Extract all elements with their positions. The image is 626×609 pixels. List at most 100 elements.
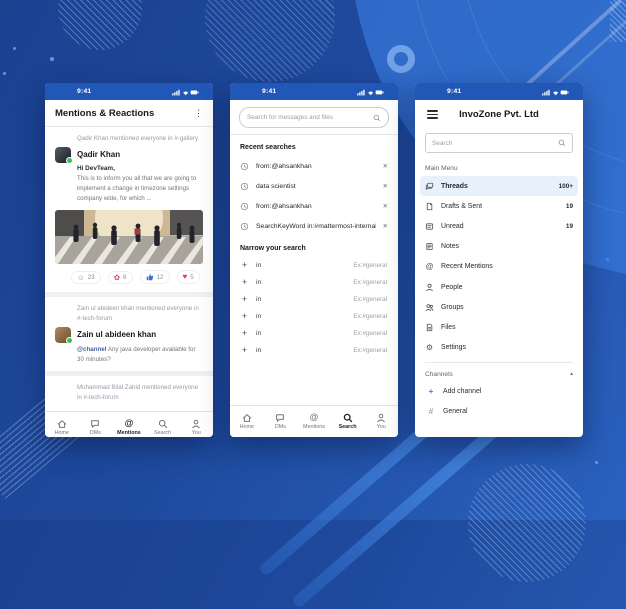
note-icon <box>425 242 434 251</box>
main-menu-section-label: Main Menu <box>425 165 573 172</box>
plus-icon: + <box>241 278 248 287</box>
chat-icon <box>275 413 285 423</box>
menu-item-files[interactable]: Files <box>415 317 583 337</box>
phone-screen-mentions: 9:41 Mentions & Reactions ⋮ Qadir Khan m… <box>45 83 213 437</box>
home-icon <box>242 413 252 423</box>
threads-icon <box>425 182 434 191</box>
recent-search-row[interactable]: from:@ahsankhan ✕ <box>230 196 398 216</box>
recent-search-row[interactable]: from:@ahsankhan ✕ <box>230 156 398 176</box>
mention-item[interactable]: Qadir Khan mentioned everyone in #-galle… <box>45 127 213 292</box>
group-icon <box>425 303 434 312</box>
remove-recent-icon[interactable]: ✕ <box>383 182 388 190</box>
search-input[interactable] <box>432 140 558 147</box>
reaction-pill[interactable]: ☺ 23 <box>71 271 101 285</box>
plus-icon: + <box>241 312 248 321</box>
mention-item[interactable]: Zain ul abideen khan mentioned everyone … <box>45 297 213 371</box>
menu-item-recent-mentions[interactable]: @ Recent Mentions <box>415 257 583 277</box>
message-greeting: Hi DevTeam, <box>77 165 203 172</box>
background-ring-icon <box>387 45 415 73</box>
narrow-search-row[interactable]: + in Ex:#general <box>230 274 398 291</box>
narrow-search-row[interactable]: + in Ex:#general <box>230 257 398 274</box>
menu-item-people[interactable]: People <box>415 277 583 297</box>
channel-item-general[interactable]: # General <box>415 402 583 422</box>
mention-item[interactable]: Muhammad Bilal Zahid mentioned everyone … <box>45 376 213 411</box>
status-signal-wifi-battery-icons <box>542 88 569 96</box>
search-icon <box>343 413 353 423</box>
nav-item-search[interactable]: Search <box>146 412 180 437</box>
remove-recent-icon[interactable]: ✕ <box>383 162 388 170</box>
background-hatch-circle <box>205 0 335 82</box>
reaction-pill[interactable]: 12 <box>140 270 170 284</box>
recent-search-row[interactable]: SearchKeyWord in:#mattermost-internal ✕ <box>230 216 398 236</box>
reaction-count: 12 <box>157 274 164 281</box>
unread-badge: 100+ <box>559 183 573 190</box>
search-bar[interactable] <box>425 133 573 153</box>
person-icon <box>376 413 386 423</box>
author-row: Qadir Khan <box>55 147 203 163</box>
search-icon <box>558 139 566 147</box>
mention-meta: Zain ul abideen khan mentioned everyone … <box>77 304 203 323</box>
smiley-emoji-icon: ☺ <box>77 274 85 282</box>
avatar <box>55 147 71 163</box>
mention-meta: Muhammad Bilal Zahid mentioned everyone … <box>77 383 203 402</box>
desktop-background: { "colors": { "status_bar": "#2157b7", "… <box>0 0 626 520</box>
menu-item-groups[interactable]: Groups <box>415 297 583 317</box>
narrow-search-row[interactable]: + in Ex:#general <box>230 342 398 359</box>
add-channel-button[interactable]: + Add channel <box>415 382 583 402</box>
narrow-search-row[interactable]: + in Ex:#general <box>230 325 398 342</box>
kebab-menu-icon[interactable]: ⋮ <box>194 109 203 118</box>
phone-screen-search: 9:41 Recent searches from:@ahsankhan ✕ d… <box>230 83 398 437</box>
status-bar: 9:41 <box>415 83 583 100</box>
rose-emoji-icon: ✿ <box>114 274 120 282</box>
remove-recent-icon[interactable]: ✕ <box>383 202 388 210</box>
nav-item-you[interactable]: You <box>179 412 213 437</box>
nav-item-you[interactable]: You <box>364 406 398 437</box>
status-time: 9:41 <box>77 88 91 95</box>
background-dot <box>606 258 609 261</box>
background-hatch-corner <box>610 0 626 42</box>
nav-item-search[interactable]: Search <box>331 406 365 437</box>
hamburger-menu-icon[interactable] <box>427 110 438 119</box>
menu-item-drafts[interactable]: Drafts & Sent 19 <box>415 196 583 216</box>
online-status-dot <box>66 157 73 164</box>
nav-item-mentions[interactable]: @ Mentions <box>112 412 146 437</box>
search-bar[interactable] <box>239 107 389 128</box>
author-name: Qadir Khan <box>77 150 120 159</box>
bottom-navigation: Home DMs @ Mentions Search You <box>230 405 398 437</box>
recent-searches-title: Recent searches <box>240 144 388 151</box>
reaction-pill[interactable]: ✿ 8 <box>108 271 133 285</box>
person-icon <box>191 419 201 429</box>
at-icon: @ <box>125 419 134 428</box>
nav-item-dms[interactable]: DMs <box>264 406 298 437</box>
author-row: Zain ul abideen khan <box>55 327 203 343</box>
screen-header: Mentions & Reactions ⋮ <box>45 100 213 126</box>
nav-item-home[interactable]: Home <box>230 406 264 437</box>
menu-item-threads[interactable]: Threads 100+ <box>420 176 578 196</box>
nav-item-mentions[interactable]: @ Mentions <box>297 406 331 437</box>
menu-item-settings[interactable]: ⚙ Settings <box>415 338 583 358</box>
chat-icon <box>90 419 100 429</box>
home-icon <box>57 419 67 429</box>
narrow-search-row[interactable]: + in Ex:#general <box>230 291 398 308</box>
unread-badge: 19 <box>566 203 573 210</box>
remove-recent-icon[interactable]: ✕ <box>383 222 388 230</box>
status-signal-wifi-battery-icons <box>357 88 384 96</box>
menu-item-notes[interactable]: Notes <box>415 237 583 257</box>
search-input[interactable] <box>247 114 373 121</box>
history-clock-icon <box>240 202 249 211</box>
plus-icon: + <box>241 261 248 270</box>
collapse-caret-icon[interactable]: ▴ <box>570 371 573 377</box>
reaction-count: 8 <box>123 274 127 281</box>
background-dot <box>13 47 16 50</box>
file-icon <box>425 323 434 332</box>
menu-item-unread[interactable]: Unread 19 <box>415 216 583 236</box>
plus-icon: + <box>241 295 248 304</box>
nav-item-dms[interactable]: DMs <box>79 412 113 437</box>
recent-search-row[interactable]: data scientist ✕ <box>230 176 398 196</box>
nav-item-home[interactable]: Home <box>45 412 79 437</box>
status-bar: 9:41 <box>230 83 398 100</box>
reaction-pill[interactable]: ♥ 5 <box>177 270 200 284</box>
crosswalk-photo[interactable] <box>55 210 203 264</box>
narrow-search-row[interactable]: + in Ex:#general <box>230 308 398 325</box>
at-icon: @ <box>309 413 318 422</box>
